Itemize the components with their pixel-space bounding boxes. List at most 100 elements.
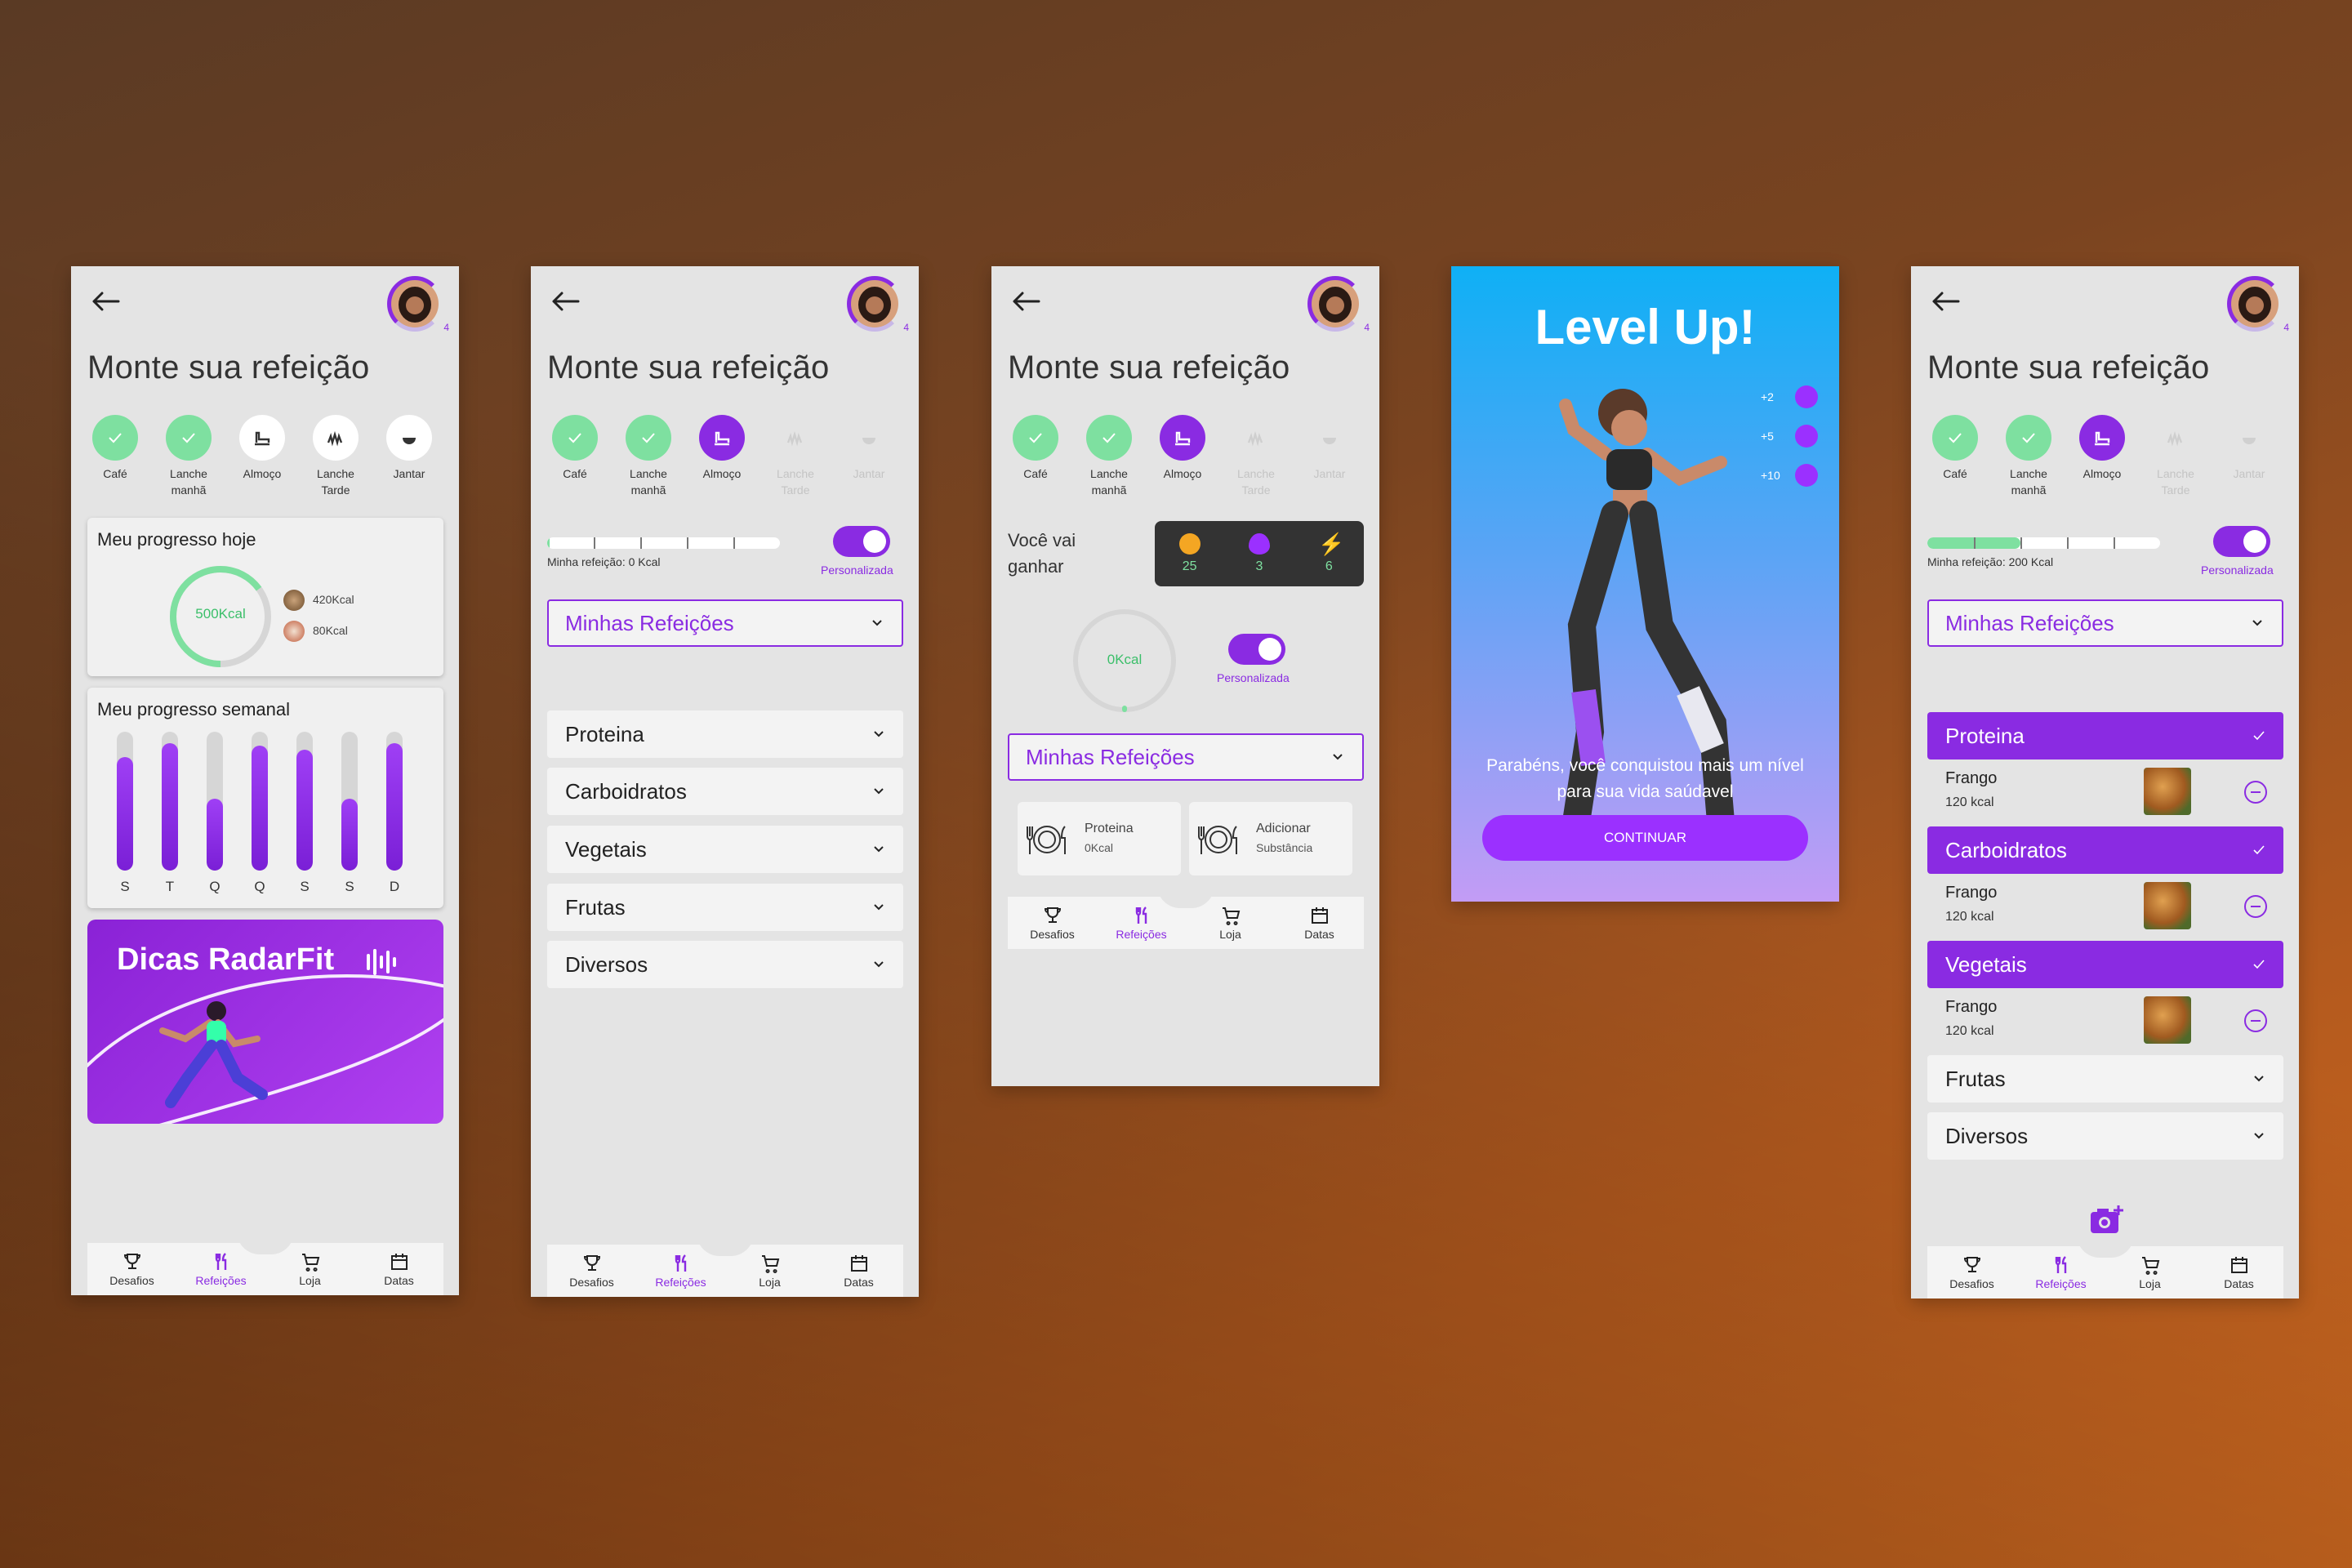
weekly-bar <box>386 732 403 871</box>
level-badge: 4 <box>903 322 909 333</box>
category-proteina[interactable]: Proteina <box>1927 712 2283 760</box>
category-diversos[interactable]: Diversos <box>1927 1112 2283 1160</box>
level-badge: 4 <box>1364 322 1370 333</box>
dicas-banner[interactable]: Dicas RadarFit <box>87 920 443 1124</box>
meal-step-almoco[interactable]: Almoço <box>1150 415 1215 498</box>
nav-desafios[interactable]: Desafios <box>1008 897 1097 949</box>
chevron-down-icon <box>872 958 885 971</box>
meal-step-jantar[interactable]: Jantar <box>1297 415 1362 498</box>
meal-step-jantar[interactable]: Jantar <box>376 415 442 498</box>
chevron-down-icon <box>871 617 884 630</box>
back-arrow-icon[interactable] <box>89 289 122 314</box>
meal-step-cafe[interactable]: Café <box>82 415 148 498</box>
clock-icon <box>1795 464 1818 487</box>
nav-datas[interactable]: Datas <box>1275 897 1364 949</box>
weekly-day-label: D <box>389 879 400 894</box>
toggle-label: Personalizada <box>821 564 893 577</box>
meal-step-cafe[interactable]: Café <box>542 415 608 498</box>
avatar[interactable] <box>2227 276 2283 332</box>
fork-knife-icon <box>2051 1254 2072 1276</box>
meal-step-lanche-tarde[interactable]: Lanche Tarde <box>303 415 368 498</box>
rewards-box: 25 3 ⚡ 6 <box>1155 521 1364 586</box>
weekly-day-label: S <box>300 879 310 894</box>
custom-toggle[interactable] <box>1228 634 1285 665</box>
calendar-icon <box>389 1251 410 1272</box>
avatar[interactable] <box>1307 276 1363 332</box>
continue-button[interactable]: CONTINUAR <box>1482 815 1808 861</box>
avatar[interactable] <box>387 276 443 332</box>
remove-icon[interactable] <box>2244 895 2267 918</box>
level-badge: 4 <box>2283 322 2289 333</box>
meal-step-cafe[interactable]: Café <box>1922 415 1988 498</box>
meal-step-almoco[interactable]: Almoço <box>229 415 295 498</box>
chevron-down-icon <box>1331 751 1344 764</box>
meal-step-lanche-manha[interactable]: Lanche manhã <box>1996 415 2061 498</box>
tray-icon <box>251 426 274 449</box>
cart-icon <box>300 1251 321 1272</box>
card-proteina[interactable]: Proteina 0Kcal <box>1018 802 1181 875</box>
minhas-refeicoes-dropdown[interactable]: Minhas Refeições <box>1927 599 2283 647</box>
meal-step-lanche-manha[interactable]: Lanche manhã <box>1076 415 1142 498</box>
add-photo-icon[interactable] <box>2089 1204 2125 1236</box>
level-badge: 4 <box>443 322 449 333</box>
category-carboidratos[interactable]: Carboidratos <box>1927 826 2283 874</box>
minhas-refeicoes-dropdown[interactable]: Minhas Refeições <box>1008 733 1364 781</box>
nav-desafios[interactable]: Desafios <box>547 1245 636 1297</box>
meal-step-jantar[interactable]: Jantar <box>2216 415 2282 498</box>
category-frutas[interactable]: Frutas <box>547 884 903 931</box>
bottom-nav: Desafios Refeições Loja Datas <box>87 1232 443 1295</box>
reward-coins: 25 <box>1178 533 1200 574</box>
meal-step-lanche-tarde[interactable]: Lanche Tarde <box>2143 415 2208 498</box>
meal-step-lanche-manha[interactable]: Lanche manhã <box>156 415 221 498</box>
cart-icon <box>1220 905 1241 926</box>
meal-step-cafe[interactable]: Café <box>1003 415 1068 498</box>
back-arrow-icon[interactable] <box>1929 289 1962 314</box>
kcal-value: 0Kcal <box>1107 652 1143 667</box>
remove-icon[interactable] <box>2244 1009 2267 1032</box>
back-arrow-icon[interactable] <box>549 289 581 314</box>
nav-datas[interactable]: Datas <box>814 1245 903 1297</box>
weekly-bar <box>117 732 133 871</box>
nav-datas[interactable]: Datas <box>2194 1246 2283 1298</box>
list-item: Frango 120 kcal <box>1927 874 2283 941</box>
category-diversos[interactable]: Diversos <box>547 941 903 988</box>
trophy-icon <box>1042 905 1063 926</box>
meal-steps: Café Lanche manhã Almoço Lanche Tarde Ja… <box>542 415 902 498</box>
minhas-refeicoes-dropdown[interactable]: Minhas Refeições <box>547 599 903 647</box>
trophy-icon <box>1962 1254 1983 1276</box>
meal-step-lanche-manha[interactable]: Lanche manhã <box>616 415 681 498</box>
custom-toggle[interactable] <box>833 526 890 557</box>
category-frutas[interactable]: Frutas <box>1927 1055 2283 1102</box>
nav-desafios[interactable]: Desafios <box>1927 1246 2016 1298</box>
category-proteina[interactable]: Proteina <box>547 710 903 758</box>
custom-toggle[interactable] <box>2213 526 2270 557</box>
avatar[interactable] <box>847 276 902 332</box>
meal-step-almoco[interactable]: Almoço <box>689 415 755 498</box>
bowl-icon <box>1318 426 1341 449</box>
back-arrow-icon[interactable] <box>1009 289 1042 314</box>
card-title: Meu progresso hoje <box>97 529 256 550</box>
fork-knife-icon <box>670 1253 692 1274</box>
meal-step-lanche-tarde[interactable]: Lanche Tarde <box>1223 415 1289 498</box>
card-adicionar[interactable]: Adicionar Substância <box>1189 802 1352 875</box>
reward-list: +2 +5 +10 <box>1761 385 1818 503</box>
category-vegetais[interactable]: Vegetais <box>547 826 903 873</box>
nav-desafios[interactable]: Desafios <box>87 1243 176 1295</box>
screen-meal-filled: 4 Monte sua refeição Café Lanche manhã A… <box>1911 266 2299 1298</box>
category-carboidratos[interactable]: Carboidratos <box>547 768 903 815</box>
remove-icon[interactable] <box>2244 781 2267 804</box>
meal-step-jantar[interactable]: Jantar <box>836 415 902 498</box>
meal-step-almoco[interactable]: Almoço <box>2069 415 2135 498</box>
cart-icon <box>2140 1254 2161 1276</box>
chevron-down-icon <box>2251 617 2264 630</box>
meal-step-lanche-tarde[interactable]: Lanche Tarde <box>763 415 828 498</box>
meal-steps: Café Lanche manhã Almoço Lanche Tarde Ja… <box>1922 415 2282 498</box>
page-title: Monte sua refeição <box>87 350 370 385</box>
trophy-icon <box>122 1251 143 1272</box>
weekly-bar <box>252 732 268 871</box>
category-vegetais[interactable]: Vegetais <box>1927 941 2283 988</box>
nav-datas[interactable]: Datas <box>354 1243 443 1295</box>
check-icon <box>104 426 127 449</box>
card-title: Meu progresso semanal <box>97 699 291 719</box>
plate-icon <box>1022 815 1071 864</box>
